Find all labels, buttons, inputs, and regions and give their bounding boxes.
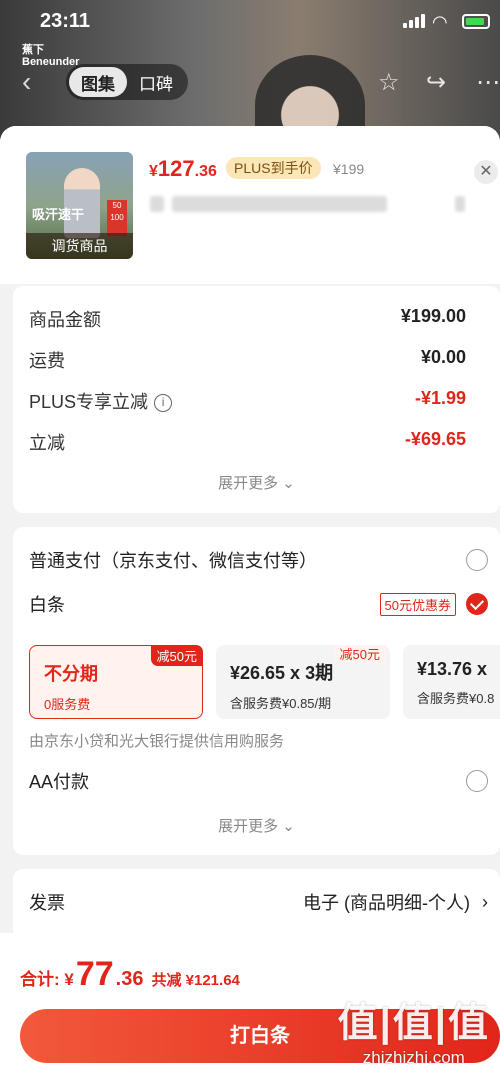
blurred-product-title xyxy=(150,196,164,212)
more-icon[interactable]: ⋯ xyxy=(476,68,500,97)
pay-baitiao-option[interactable]: 白条 50元优惠券 xyxy=(29,591,488,617)
thumb-title: 吸汗速干 xyxy=(32,207,85,222)
gallery-tab-switch: 图集 口碑 xyxy=(66,64,188,100)
invoice-label: 发票 xyxy=(29,893,65,913)
pay-normal-option[interactable]: 普通支付（京东支付、微信支付等） xyxy=(29,547,488,573)
expand-more-payment[interactable]: 展开更多 ⌄ xyxy=(13,815,500,836)
order-total: 合计: ¥ 77 .36 共减 ¥121.64 xyxy=(20,955,240,993)
row-plus-discount: PLUS专享立减 i -¥1.99 xyxy=(29,388,466,412)
battery-icon xyxy=(462,14,490,29)
installment-options: 减50元 不分期 0服务费 减50元 ¥26.65 x 3期 含服务费¥0.85… xyxy=(29,645,500,719)
watermark-logo: 值|值|值 zhizhizhi.com xyxy=(337,1001,490,1067)
coupon-badge[interactable]: 50元优惠券 xyxy=(379,592,456,616)
expand-more-price[interactable]: 展开更多 ⌄ xyxy=(13,472,500,493)
row-instant-discount: 立减 -¥69.65 xyxy=(29,429,466,453)
original-price: ¥199 xyxy=(333,161,365,177)
favorite-icon[interactable]: ☆ xyxy=(378,68,400,97)
radio-aa[interactable] xyxy=(466,770,488,792)
chevron-right-icon: › xyxy=(482,891,488,912)
plus-price-tag: PLUS到手价 xyxy=(226,157,321,179)
share-icon[interactable]: ↪ xyxy=(426,68,446,97)
checkout-sheet: 吸汗速干 50 100 调货商品 ¥127.36 PLUS到手价 ¥199 ✕ … xyxy=(0,126,500,1073)
row-goods-amount: 商品金额 ¥199.00 xyxy=(29,306,466,330)
pay-aa-option[interactable]: AA付款 xyxy=(29,768,488,794)
row-shipping: 运费 ¥0.00 xyxy=(29,347,466,371)
invoice-value: 电子 (商品明细-个人) xyxy=(303,893,470,913)
status-time: 23:11 xyxy=(40,10,91,32)
product-summary: 吸汗速干 50 100 调货商品 ¥127.36 PLUS到手价 ¥199 ✕ xyxy=(0,126,500,284)
signal-icon xyxy=(403,14,425,28)
product-price: ¥127.36 xyxy=(149,156,217,181)
thumb-tag: 调货商品 xyxy=(26,233,133,259)
credit-provider-note: 由京东小贷和光大银行提供信用购服务 xyxy=(29,733,285,750)
price-detail-card: 商品金额 ¥199.00 运费 ¥0.00 PLUS专享立减 i -¥1.99 立减 -… xyxy=(13,286,500,513)
close-icon[interactable]: ✕ xyxy=(474,160,498,184)
invoice-card[interactable]: 发票 电子 (商品明细-个人) › xyxy=(13,869,500,939)
radio-normal[interactable] xyxy=(466,549,488,571)
tab-reviews[interactable]: 口碑 xyxy=(127,70,185,95)
tab-gallery[interactable]: 图集 xyxy=(69,67,127,97)
payment-card: 普通支付（京东支付、微信支付等） 白条 50元优惠券 减50元 不分期 0服务费… xyxy=(13,527,500,855)
installment-option-none[interactable]: 减50元 不分期 0服务费 xyxy=(29,645,203,719)
info-icon[interactable]: i xyxy=(154,394,173,412)
thumb-badge: 50 100 xyxy=(107,200,127,236)
back-icon[interactable]: ‹ xyxy=(22,66,31,98)
total-saving: 共减 ¥121.64 xyxy=(151,972,240,989)
product-thumbnail: 吸汗速干 50 100 调货商品 xyxy=(26,152,133,259)
wifi-icon: ◠ xyxy=(432,12,448,32)
installment-option-6[interactable]: ¥13.76 x 含服务费¥0.8 xyxy=(403,645,500,719)
installment-option-3[interactable]: 减50元 ¥26.65 x 3期 含服务费¥0.85/期 xyxy=(216,645,390,719)
brand-logo: 蕉下 Beneunder xyxy=(22,44,80,68)
status-bar: 23:11 ◠ xyxy=(0,0,500,44)
radio-baitiao[interactable] xyxy=(466,593,488,615)
